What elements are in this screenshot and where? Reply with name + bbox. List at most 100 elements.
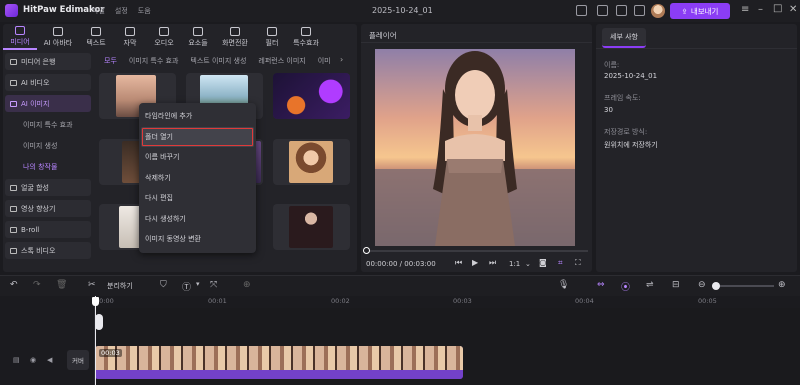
redo-icon[interactable]: ↷	[33, 280, 41, 290]
media-icon	[15, 25, 25, 35]
zoom-out-icon[interactable]: ⊖	[698, 280, 706, 290]
progress-handle[interactable]	[363, 247, 370, 254]
cover-button[interactable]: 커버	[67, 350, 89, 370]
zoom-in-icon[interactable]: ⊕	[778, 280, 786, 290]
zoom-handle[interactable]	[712, 282, 720, 290]
thumbnail-image	[273, 73, 350, 119]
shield-icon[interactable]: ⛉	[160, 280, 167, 290]
chevron-right-icon[interactable]: ›	[340, 55, 343, 64]
video-preview[interactable]	[375, 49, 575, 246]
sidebar-sub-my-creations[interactable]: 나의 창작물	[5, 158, 91, 175]
progress-bar[interactable]	[366, 250, 588, 252]
link-icon[interactable]: ⇔	[597, 280, 605, 290]
tab-subtitle[interactable]: 자막	[113, 24, 147, 50]
menu-item-image-to-video[interactable]: 이미지 동영상 변환	[139, 229, 256, 250]
menu-bar: 파일 설정 도움	[92, 6, 151, 16]
zoom-slider[interactable]	[712, 285, 774, 287]
sidebar-item-enhancer[interactable]: 영상 향상기	[5, 200, 91, 217]
playhead-handle[interactable]	[92, 297, 99, 306]
menu-item-re-edit[interactable]: 다시 편집	[139, 188, 256, 209]
snap-icon[interactable]: ⇌	[646, 280, 654, 290]
media-thumbnail[interactable]	[273, 73, 350, 119]
feedback-icon[interactable]	[616, 5, 627, 16]
playhead[interactable]	[95, 296, 96, 385]
tab-all[interactable]: 모두	[104, 56, 117, 66]
chevron-down-icon[interactable]: ▾	[196, 280, 200, 288]
avatar[interactable]	[651, 4, 665, 18]
menu-help[interactable]: 도움	[138, 6, 151, 16]
speaker-icon[interactable]: ◀	[47, 356, 52, 364]
menu-icon[interactable]: ≡	[741, 4, 749, 15]
prev-frame-icon[interactable]: ⏮	[455, 258, 462, 268]
video-clip[interactable]: 00:03	[95, 346, 463, 379]
close-icon[interactable]: ✕	[789, 4, 797, 15]
music-icon	[159, 26, 169, 36]
undo-icon[interactable]: ↶	[10, 280, 18, 290]
tab-elements[interactable]: 요소들	[181, 24, 215, 50]
aspect-ratio-select[interactable]: 1:1	[509, 260, 520, 268]
sidebar-item-face-swap[interactable]: 얼굴 합성	[5, 179, 91, 196]
menu-item-rename[interactable]: 이름 바꾸기	[139, 147, 256, 168]
tab-text-to-image[interactable]: 텍스트 이미지 생성	[190, 56, 246, 66]
snapshot-icon[interactable]: ◙	[539, 258, 547, 267]
tab-image-effects[interactable]: 이미지 특수 효과	[129, 56, 179, 66]
media-thumbnail[interactable]	[273, 204, 350, 250]
sidebar-item-media-bank[interactable]: 미디어 은행	[5, 53, 91, 70]
tab-audio[interactable]: 오디오	[147, 24, 181, 50]
menu-item-add-to-timeline[interactable]: 타임라인에 추가	[139, 106, 256, 127]
sidebar-item-ai-image[interactable]: AI 이미지	[5, 95, 91, 112]
monitor-icon[interactable]	[576, 5, 587, 16]
filter-icon	[267, 26, 277, 36]
microphone-icon[interactable]: 🎙	[558, 280, 569, 290]
timeline-ruler[interactable]	[95, 296, 800, 308]
ruler-tick: 00:04	[575, 297, 594, 305]
divider	[596, 48, 797, 49]
magnet-icon[interactable]: ⦿	[621, 280, 630, 293]
crop-tool-icon[interactable]: ⤧	[210, 280, 217, 290]
menu-settings[interactable]: 설정	[115, 6, 128, 16]
player-title: 플레이어	[369, 31, 397, 40]
marker[interactable]	[95, 314, 103, 330]
tab-text[interactable]: 텍스트	[79, 24, 113, 50]
add-icon[interactable]: ⊕	[243, 280, 251, 290]
delete-icon[interactable]: 🗑	[56, 280, 67, 290]
menu-item-open-folder[interactable]: 폴더 열기	[141, 126, 254, 147]
tab-image-more[interactable]: 이미	[318, 56, 331, 66]
menu-item-delete[interactable]: 삭제하기	[139, 168, 256, 189]
scissors-icon[interactable]: ✂	[88, 280, 96, 290]
sidebar-item-ai-video[interactable]: AI 비디오	[5, 74, 91, 91]
crop-icon[interactable]: ⌗	[558, 258, 563, 268]
menu-file[interactable]: 파일	[92, 6, 105, 16]
sidebar-item-stock-video[interactable]: 스톡 비디오	[5, 242, 91, 259]
menu-item-regenerate[interactable]: 다시 생성하기	[139, 209, 256, 230]
maximize-icon[interactable]: □	[773, 3, 782, 14]
tab-media[interactable]: 미디어	[3, 24, 37, 50]
next-frame-icon[interactable]: ⏭	[489, 258, 496, 268]
tab-filter[interactable]: 필터	[255, 24, 289, 50]
sidebar-sub-image-generation[interactable]: 이미지 생성	[5, 137, 91, 154]
chevron-down-icon[interactable]: ⌄	[525, 260, 531, 268]
export-button[interactable]: ⇪ 내보내기	[670, 3, 730, 19]
mail-icon[interactable]	[634, 5, 645, 16]
tab-details[interactable]: 세부 사항	[602, 28, 646, 48]
info-icon[interactable]	[597, 5, 608, 16]
tab-reference-image[interactable]: 레퍼런스 이미지	[258, 56, 305, 66]
fit-icon[interactable]: ⊟	[672, 280, 680, 290]
minimize-icon[interactable]: –	[758, 4, 763, 15]
text-tool-icon[interactable]: Ⓣ	[182, 280, 191, 293]
sidebar-sub-image-effects[interactable]: 이미지 특수 효과	[5, 116, 91, 133]
fullscreen-icon[interactable]: ⛶	[575, 258, 581, 268]
play-icon[interactable]: ▶	[472, 258, 478, 267]
tab-transition[interactable]: 화면전환	[215, 24, 255, 50]
ruler-tick: 00:03	[453, 297, 472, 305]
tab-ai-avatar[interactable]: AI 아바타	[37, 24, 79, 50]
split-button[interactable]: 분리하기	[107, 281, 133, 291]
location-value: 원위치에 저장하기	[604, 141, 658, 149]
tab-effects[interactable]: 특수효과	[289, 24, 323, 50]
layer-icon[interactable]: ▤	[13, 356, 20, 364]
sidebar-item-broll[interactable]: B-roll	[5, 221, 91, 238]
media-thumbnail[interactable]	[273, 139, 350, 185]
time-display: 00:00:00 / 00:03:00	[366, 260, 436, 268]
eye-icon[interactable]: ◉	[30, 356, 36, 364]
elements-icon	[193, 26, 203, 36]
